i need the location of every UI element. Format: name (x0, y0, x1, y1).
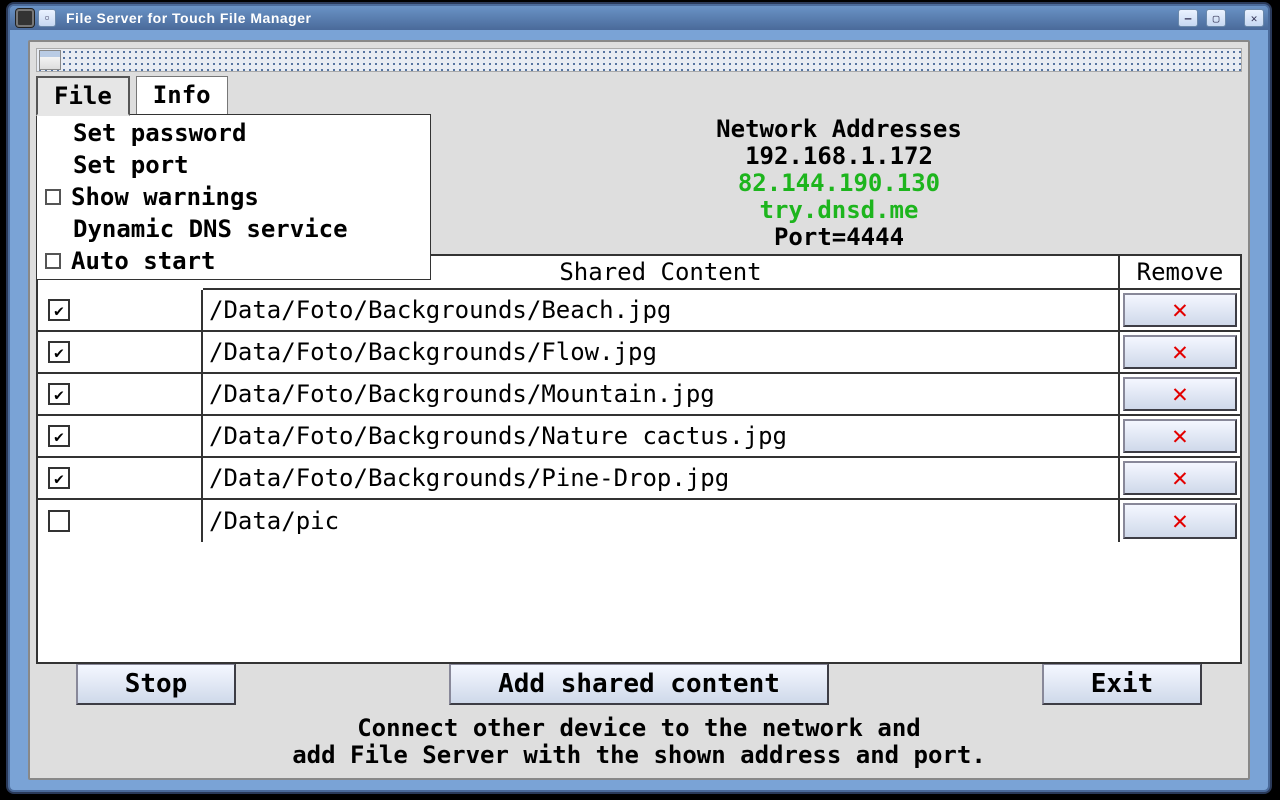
menu-item-label: Show warnings (71, 183, 259, 211)
footer-hint: Connect other device to the network and … (30, 711, 1248, 778)
remove-button[interactable]: ✕ (1123, 461, 1237, 495)
row-remove-cell: ✕ (1120, 374, 1240, 414)
table-row: /Data/Foto/Backgrounds/Nature cactus.jpg… (38, 416, 1240, 458)
client-area: File Info Set password Set port Show war… (28, 40, 1250, 780)
network-public-ip: 82.144.190.130 (436, 170, 1242, 197)
row-checkbox[interactable] (48, 467, 70, 489)
row-checkbox-cell (38, 290, 203, 330)
row-path: /Data/Foto/Backgrounds/Pine-Drop.jpg (203, 458, 1120, 498)
table-body: /Data/Foto/Backgrounds/Beach.jpg✕/Data/F… (38, 290, 1240, 542)
remove-button[interactable]: ✕ (1123, 335, 1237, 369)
content-area: Set password Set port Show warnings Dyna… (36, 116, 1242, 649)
app-icon (16, 9, 34, 27)
menu-item-label: Set password (73, 119, 246, 147)
stop-button[interactable]: Stop (76, 663, 236, 705)
maximize-button[interactable]: ▢ (1206, 9, 1226, 27)
remove-button[interactable]: ✕ (1123, 293, 1237, 327)
menu-item-auto-start[interactable]: Auto start (37, 245, 430, 277)
row-checkbox-cell (38, 458, 203, 498)
footer-line1: Connect other device to the network and (30, 715, 1248, 743)
menu-item-set-password[interactable]: Set password (37, 117, 430, 149)
menu-item-label: Auto start (71, 247, 216, 275)
menu-item-label: Dynamic DNS service (73, 215, 348, 243)
menu-item-dynamic-dns[interactable]: Dynamic DNS service (37, 213, 430, 245)
close-button[interactable]: ✕ (1244, 9, 1264, 27)
window-icon (39, 50, 61, 70)
toolbar-grip[interactable] (36, 48, 1242, 72)
table-row: /Data/Foto/Backgrounds/Mountain.jpg✕ (38, 374, 1240, 416)
minimize-button[interactable]: — (1178, 9, 1198, 27)
window-controls: — ▢ ✕ (1174, 9, 1264, 27)
row-remove-cell: ✕ (1120, 332, 1240, 372)
row-remove-cell: ✕ (1120, 500, 1240, 542)
remove-button[interactable]: ✕ (1123, 503, 1237, 539)
table-row: /Data/Foto/Backgrounds/Beach.jpg✕ (38, 290, 1240, 332)
row-remove-cell: ✕ (1120, 416, 1240, 456)
table-row: /Data/Foto/Backgrounds/Pine-Drop.jpg✕ (38, 458, 1240, 500)
titlebar[interactable]: ◦ File Server for Touch File Manager — ▢… (10, 6, 1268, 30)
table-row: /Data/pic✕ (38, 500, 1240, 542)
remove-button[interactable]: ✕ (1123, 377, 1237, 411)
menu-file[interactable]: File (36, 76, 130, 116)
menu-item-label: Set port (73, 151, 189, 179)
checkbox-icon[interactable] (45, 189, 61, 205)
row-checkbox-cell (38, 500, 203, 542)
network-local-ip: 192.168.1.172 (436, 143, 1242, 170)
row-path: /Data/Foto/Backgrounds/Flow.jpg (203, 332, 1120, 372)
row-checkbox[interactable] (48, 425, 70, 447)
row-checkbox[interactable] (48, 383, 70, 405)
file-menu-dropdown: Set password Set port Show warnings Dyna… (36, 114, 431, 280)
table-row: /Data/Foto/Backgrounds/Flow.jpg✕ (38, 332, 1240, 374)
network-heading: Network Addresses (436, 116, 1242, 143)
network-dns: try.dnsd.me (436, 197, 1242, 224)
app-window: ◦ File Server for Touch File Manager — ▢… (8, 4, 1270, 792)
row-path: /Data/Foto/Backgrounds/Beach.jpg (203, 290, 1120, 330)
menu-info[interactable]: Info (136, 76, 228, 116)
table-empty-space (38, 542, 1240, 662)
row-checkbox[interactable] (48, 510, 70, 532)
network-port: Port=4444 (436, 224, 1242, 251)
remove-button[interactable]: ✕ (1123, 419, 1237, 453)
row-path: /Data/Foto/Backgrounds/Nature cactus.jpg (203, 416, 1120, 456)
row-path: /Data/Foto/Backgrounds/Mountain.jpg (203, 374, 1120, 414)
menu-item-show-warnings[interactable]: Show warnings (37, 181, 430, 213)
row-remove-cell: ✕ (1120, 290, 1240, 330)
footer-line2: add File Server with the shown address a… (30, 742, 1248, 770)
row-checkbox-cell (38, 332, 203, 372)
network-info: Network Addresses 192.168.1.172 82.144.1… (436, 116, 1242, 250)
checkbox-icon[interactable] (45, 253, 61, 269)
menubar: File Info (36, 76, 1242, 116)
row-remove-cell: ✕ (1120, 458, 1240, 498)
row-checkbox[interactable] (48, 299, 70, 321)
row-checkbox-cell (38, 416, 203, 456)
row-checkbox-cell (38, 374, 203, 414)
titlebar-menu-button[interactable]: ◦ (38, 9, 56, 27)
menu-item-set-port[interactable]: Set port (37, 149, 430, 181)
window-title: File Server for Touch File Manager (66, 10, 311, 26)
shared-content-table: Shared Content Remove /Data/Foto/Backgro… (36, 254, 1242, 664)
row-path: /Data/pic (203, 500, 1120, 542)
table-header-remove: Remove (1120, 256, 1240, 290)
row-checkbox[interactable] (48, 341, 70, 363)
add-shared-content-button[interactable]: Add shared content (449, 663, 829, 705)
exit-button[interactable]: Exit (1042, 663, 1202, 705)
